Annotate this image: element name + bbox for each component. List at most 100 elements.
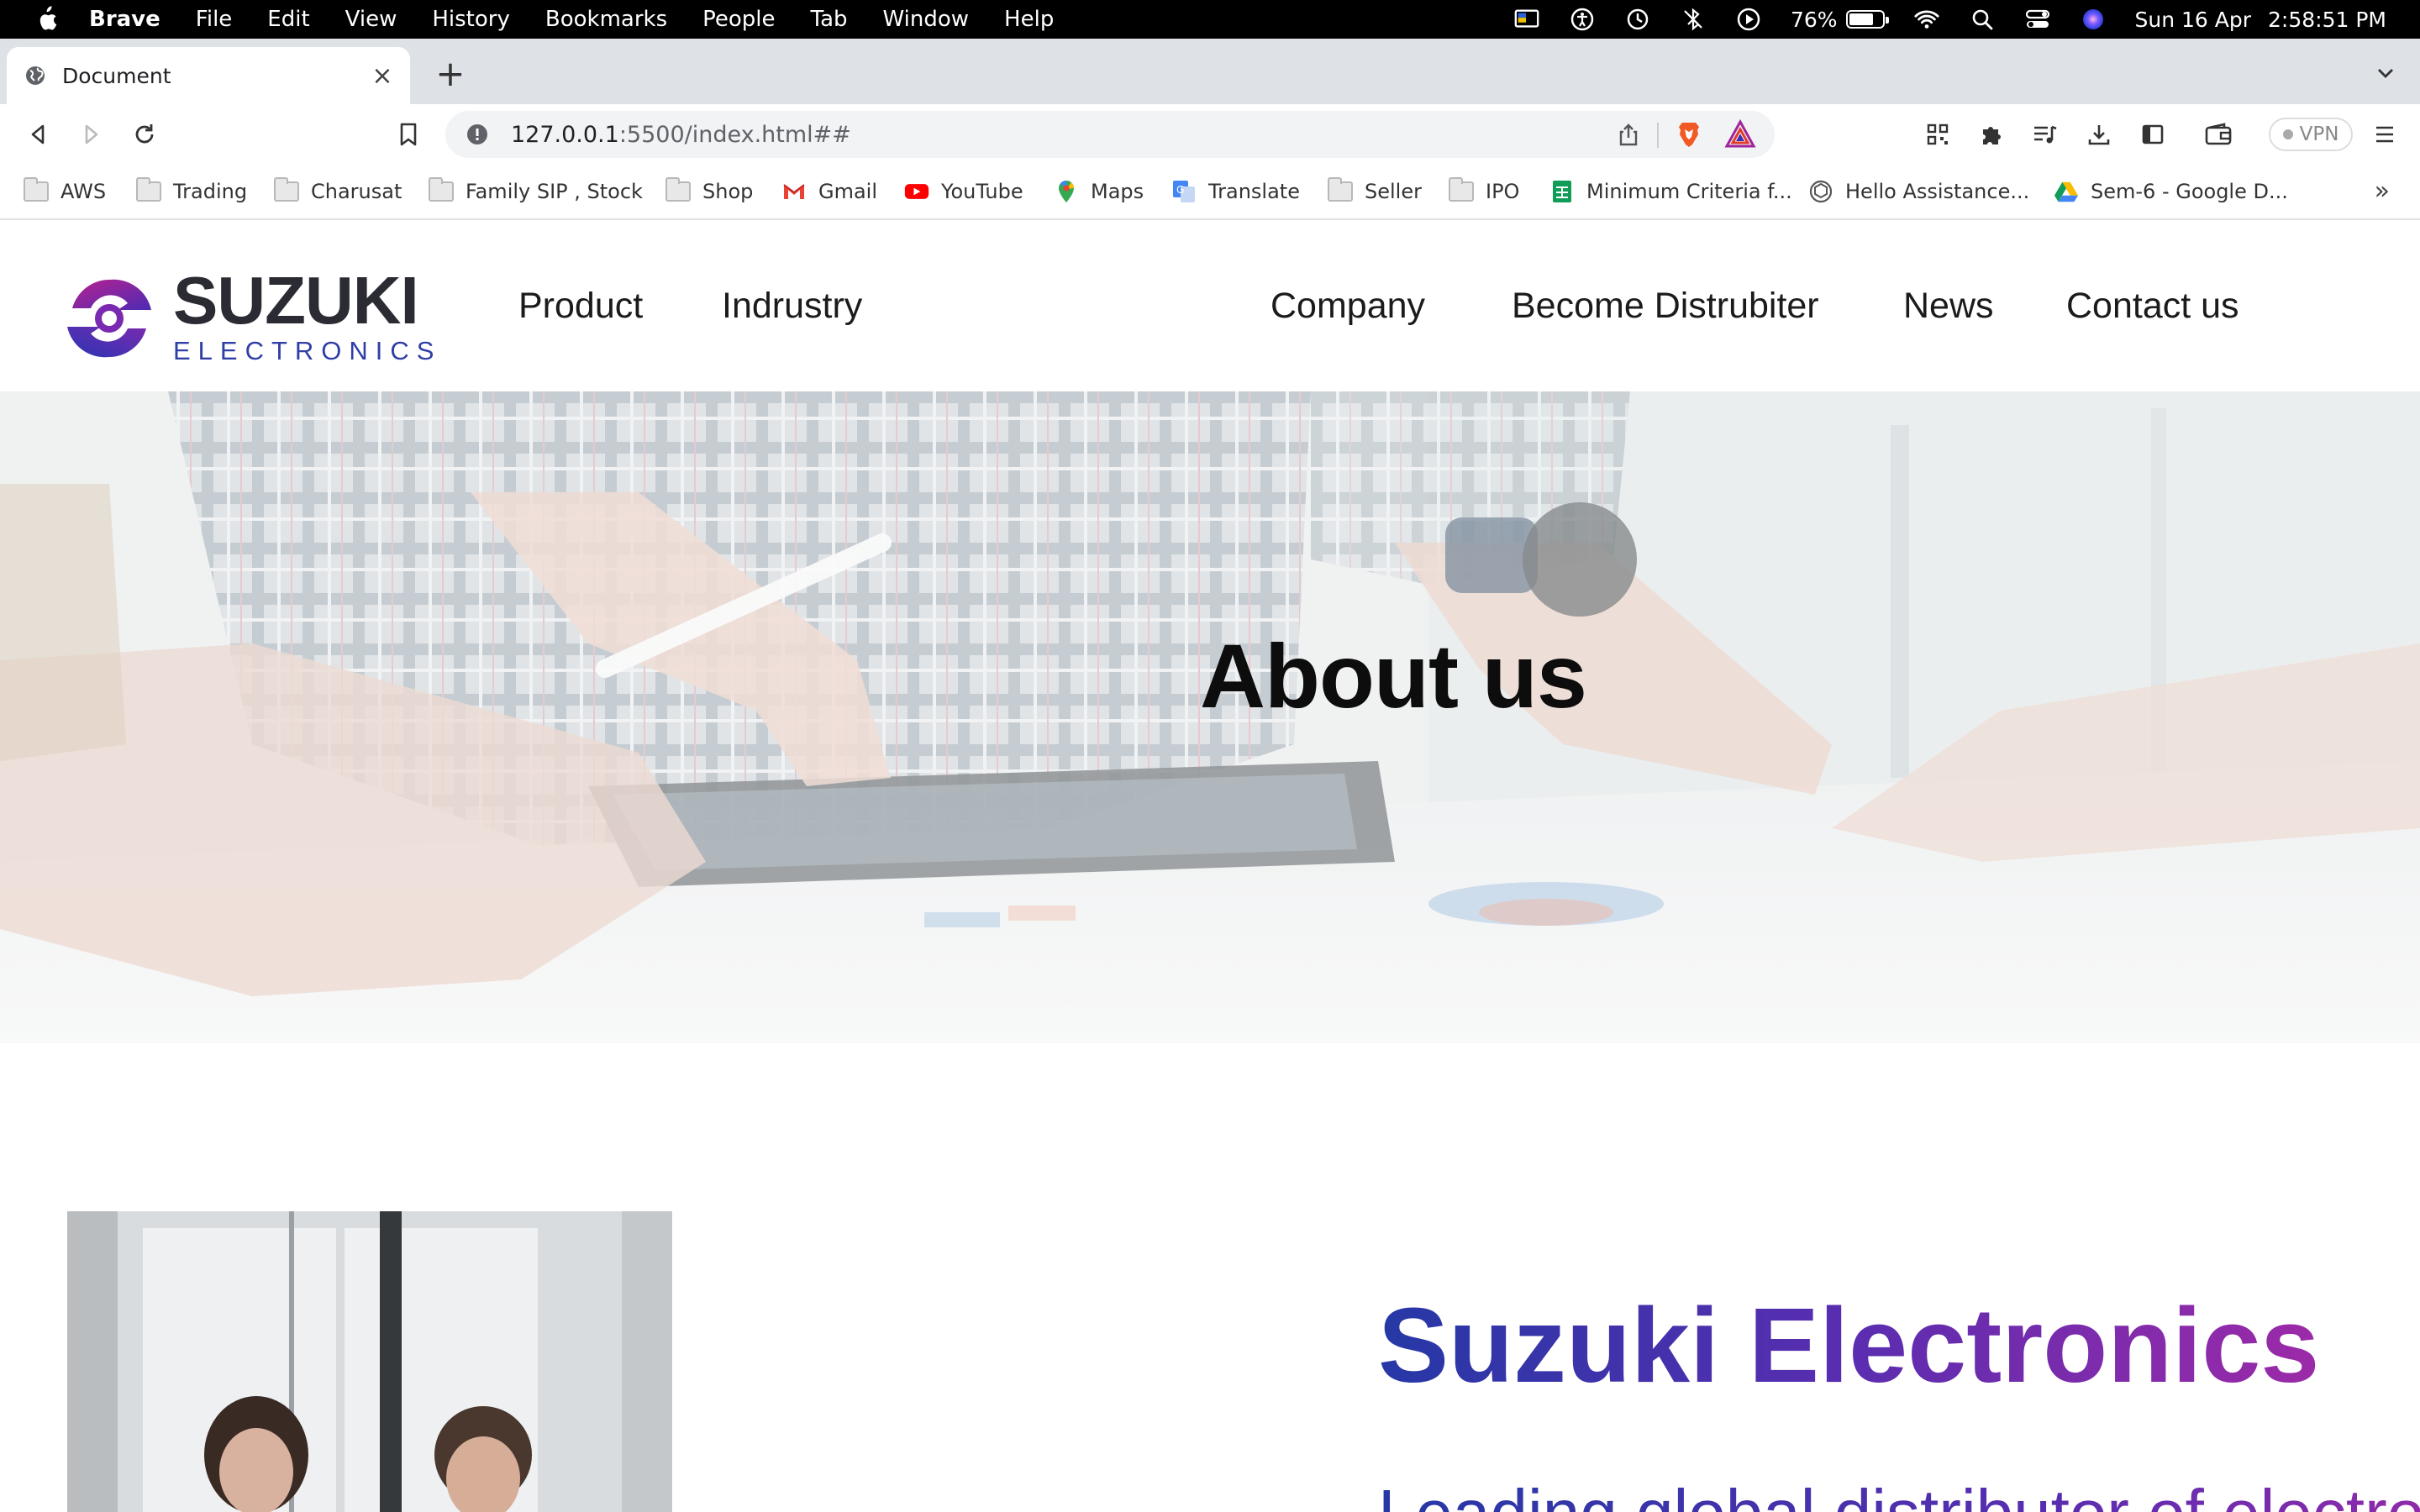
- folder-icon: [429, 177, 454, 202]
- bookmark-aws[interactable]: AWS: [24, 176, 106, 207]
- folder-icon: [1328, 177, 1353, 202]
- share-icon[interactable]: [1617, 123, 1640, 146]
- drive-icon: [2054, 181, 2079, 202]
- menu-view[interactable]: View: [345, 7, 397, 32]
- apple-menu-icon[interactable]: [34, 5, 59, 34]
- bookmark-sem6-drive[interactable]: Sem-6 - Google D...: [2054, 176, 2288, 207]
- bookmark-label: IPO: [1486, 180, 1520, 203]
- menubar-time[interactable]: 2:58:51 PM: [2268, 8, 2386, 32]
- folder-icon: [24, 177, 49, 202]
- brave-shields-icon[interactable]: [1674, 119, 1704, 150]
- keyboard-flag-icon[interactable]: [1513, 6, 1540, 33]
- menu-window[interactable]: Window: [883, 7, 970, 32]
- nav-product[interactable]: Product: [518, 286, 643, 327]
- bookmark-charusat[interactable]: Charusat: [274, 176, 402, 207]
- now-playing-icon[interactable]: [1735, 6, 1762, 33]
- sidebar-toggle-icon[interactable]: [2136, 118, 2170, 151]
- menu-tab[interactable]: Tab: [811, 7, 848, 32]
- bookmark-hello-assistance[interactable]: Hello Assistance...: [1808, 176, 2029, 207]
- bookmark-shop[interactable]: Shop: [666, 176, 753, 207]
- bookmark-icon[interactable]: [392, 118, 425, 151]
- bookmark-label: Trading: [173, 180, 248, 203]
- download-icon[interactable]: [2082, 118, 2116, 151]
- control-center-icon[interactable]: [2024, 6, 2051, 33]
- sheets-icon: [1549, 181, 1575, 202]
- nav-company[interactable]: Company: [1270, 286, 1425, 327]
- qr-code-icon[interactable]: [1921, 118, 1954, 151]
- chevron-down-icon[interactable]: [2373, 60, 2398, 86]
- bookmark-ipo[interactable]: IPO: [1449, 176, 1519, 207]
- brave-rewards-icon[interactable]: [1724, 119, 1756, 150]
- svg-text:G: G: [1176, 184, 1184, 196]
- menu-people[interactable]: People: [702, 7, 775, 32]
- back-button[interactable]: [22, 118, 55, 151]
- more-bookmarks-icon[interactable]: »: [2375, 176, 2390, 206]
- nav-contact-us[interactable]: Contact us: [2066, 286, 2239, 327]
- bookmark-label: Shop: [702, 180, 754, 203]
- url-text[interactable]: 127.0.0.1:5500/index.html##: [511, 122, 851, 148]
- bookmark-trading[interactable]: Trading: [136, 176, 247, 207]
- gmail-icon: [781, 181, 807, 202]
- folder-icon: [136, 177, 161, 202]
- bookmark-gmail[interactable]: Gmail: [781, 176, 877, 207]
- siri-icon[interactable]: [2080, 6, 2107, 33]
- accessibility-icon[interactable]: [1569, 6, 1596, 33]
- battery-icon: [1845, 10, 1889, 29]
- vpn-status-dot: [2282, 129, 2293, 139]
- menu-app-name[interactable]: Brave: [89, 7, 160, 32]
- bookmark-family-sip[interactable]: Family SIP , Stock: [429, 176, 643, 207]
- bookmark-label: AWS: [60, 180, 107, 203]
- folder-icon: [274, 177, 299, 202]
- menu-help[interactable]: Help: [1004, 7, 1054, 32]
- suzuki-logo[interactable]: SUZUKI ELECTRONICS: [66, 267, 442, 366]
- tab-document[interactable]: Document ×: [7, 47, 410, 104]
- extensions-icon[interactable]: [1975, 118, 2008, 151]
- folder-icon: [666, 177, 691, 202]
- logo-subtitle: ELECTRONICS: [173, 336, 442, 365]
- menu-edit[interactable]: Edit: [267, 7, 309, 32]
- nav-news[interactable]: News: [1903, 286, 1994, 327]
- hero-banner: About us: [0, 391, 2420, 1043]
- new-tab-button[interactable]: +: [434, 56, 467, 92]
- vpn-button[interactable]: VPN: [2269, 118, 2353, 151]
- vpn-label: VPN: [2299, 123, 2339, 145]
- address-bar[interactable]: 127.0.0.1:5500/index.html##: [445, 111, 1775, 158]
- about-subheading: Leading global distributor of electronic: [1378, 1480, 2420, 1512]
- reload-button[interactable]: [128, 118, 161, 151]
- spotlight-search-icon[interactable]: [1969, 6, 1996, 33]
- bookmark-seller[interactable]: Seller: [1328, 176, 1422, 207]
- nav-become-distributor[interactable]: Become Distrubiter: [1512, 286, 1819, 327]
- bookmark-maps[interactable]: Maps: [1054, 176, 1144, 207]
- maps-icon: [1054, 181, 1079, 202]
- url-host: 127.0.0.1: [511, 121, 619, 148]
- bookmark-label: Sem-6 - Google D...: [2091, 180, 2288, 203]
- bookmark-label: Gmail: [818, 180, 878, 203]
- bluetooth-off-icon[interactable]: [1680, 6, 1707, 33]
- bookmark-label: Minimum Criteria f...: [1586, 180, 1792, 203]
- site-info-icon[interactable]: [466, 123, 489, 146]
- nav-industry[interactable]: Indrustry: [722, 286, 862, 327]
- menu-icon[interactable]: [2368, 118, 2402, 151]
- menu-file[interactable]: File: [196, 7, 233, 32]
- bookmark-label: Translate: [1208, 180, 1300, 203]
- close-tab-icon[interactable]: ×: [371, 61, 393, 91]
- bookmark-label: Seller: [1365, 180, 1422, 203]
- wifi-icon[interactable]: [1913, 6, 1940, 33]
- youtube-icon: [904, 181, 929, 202]
- bookmark-label: Maps: [1091, 180, 1144, 203]
- site-header: SUZUKI ELECTRONICS Product Indrustry Com…: [0, 220, 2420, 391]
- browser-tab-strip: Document × +: [0, 39, 2420, 104]
- bookmark-youtube[interactable]: YouTube: [904, 176, 1023, 207]
- wallet-icon[interactable]: [2202, 118, 2235, 151]
- hero-title: About us: [1200, 625, 1587, 727]
- time-machine-icon[interactable]: [1624, 6, 1651, 33]
- battery-status[interactable]: 76%: [1791, 8, 1889, 32]
- forward-button[interactable]: [74, 118, 108, 151]
- playlist-icon[interactable]: [2028, 118, 2062, 151]
- address-bar-divider: [1657, 123, 1659, 148]
- bookmark-translate[interactable]: G Translate: [1171, 176, 1300, 207]
- menu-history[interactable]: History: [432, 7, 510, 32]
- menubar-date[interactable]: Sun 16 Apr: [2135, 8, 2252, 32]
- bookmark-minimum-criteria[interactable]: Minimum Criteria f...: [1549, 176, 1792, 207]
- menu-bookmarks[interactable]: Bookmarks: [545, 7, 667, 32]
